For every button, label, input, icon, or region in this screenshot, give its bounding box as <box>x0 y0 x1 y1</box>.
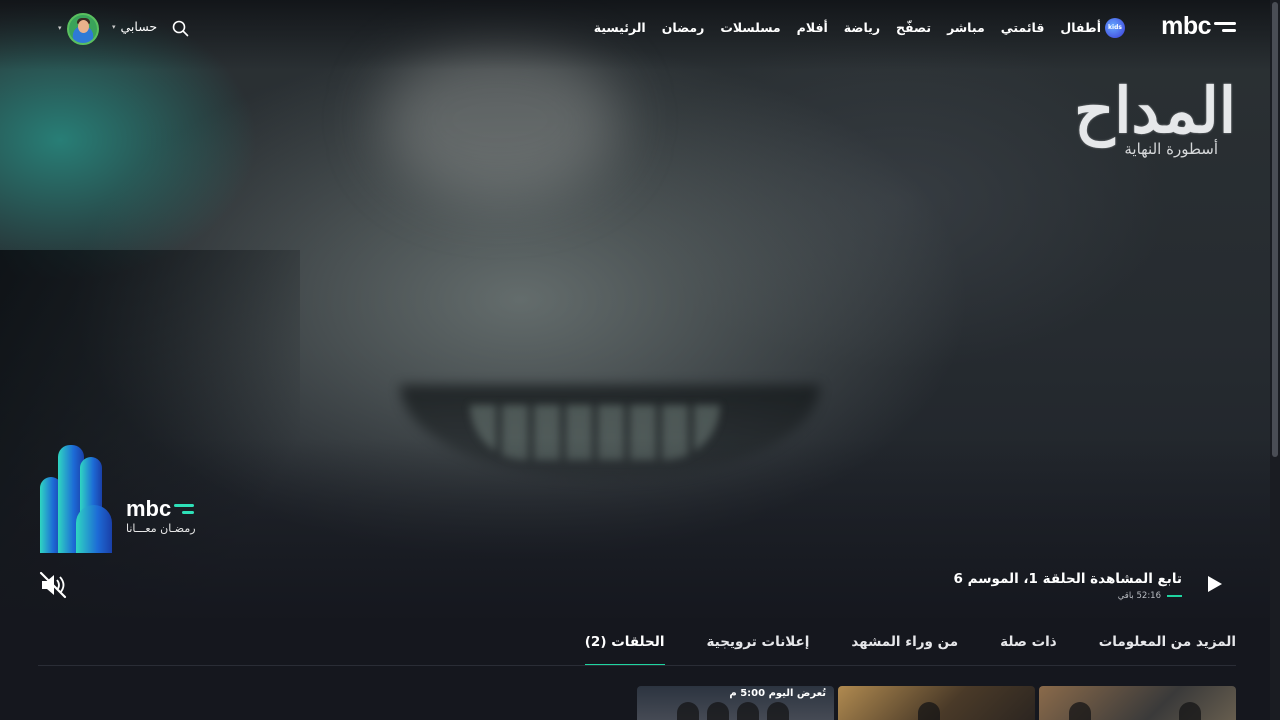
nav-item-sports[interactable]: رياضة <box>844 18 880 38</box>
ramadan-towers-icon <box>36 443 116 553</box>
show-title-logo: المداح أسطورة النهاية <box>1061 74 1237 159</box>
episode-thumbnail[interactable] <box>838 686 1035 720</box>
search-icon[interactable] <box>172 20 189 37</box>
account-label: حسابي <box>120 19 158 34</box>
main-menu: الرئيسية رمضان مسلسلات أفلام رياضة تصفّح… <box>594 18 1125 38</box>
nav-item-series[interactable]: مسلسلات <box>720 18 780 38</box>
chevron-down-icon: ▾ <box>112 22 116 31</box>
nav-item-movies[interactable]: أفلام <box>797 18 828 38</box>
nav-item-home[interactable]: الرئيسية <box>594 18 646 38</box>
tab-more-info[interactable]: المزيد من المعلومات <box>1099 630 1236 666</box>
account-menu[interactable]: ▾ حسابي <box>112 19 157 34</box>
tab-trailers[interactable]: إعلانات ترويجية <box>707 630 810 666</box>
nav-item-my-list[interactable]: قائمتي <box>1001 18 1045 38</box>
show-title: المداح <box>1074 74 1237 147</box>
continue-watching-title: تابع المشاهدة الحلقة 1، الموسم 6 <box>953 571 1182 587</box>
episode-list: تُعرض اليوم 5:00 م <box>637 686 1236 720</box>
nav-item-kids[interactable]: kids أطفال <box>1060 18 1125 38</box>
nav-item-ramadan[interactable]: رمضان <box>662 18 705 38</box>
episode-thumbnail[interactable] <box>1039 686 1236 720</box>
continue-watching[interactable]: تابع المشاهدة الحلقة 1، الموسم 6 52:16 ب… <box>954 570 1182 601</box>
kids-badge-icon: kids <box>1105 18 1125 38</box>
ramadan-brand-logo: mbc <box>126 496 195 521</box>
page-scrollbar[interactable] <box>1270 0 1280 720</box>
nav-item-kids-label: أطفال <box>1060 20 1101 35</box>
continue-watching-meta: 52:16 باقي <box>954 591 1182 601</box>
nav-item-browse[interactable]: تصفّح <box>896 18 931 38</box>
ramadan-brand-text: mbc <box>126 496 172 521</box>
time-remaining: 52:16 باقي <box>1117 591 1161 601</box>
tabs-divider <box>38 665 1236 666</box>
avatar-chevron-down-icon[interactable]: ▾ <box>58 24 62 32</box>
ramadan-tagline: رمضـان معـــانا <box>126 522 196 535</box>
ramadan-badge: mbc رمضـان معـــانا <box>36 443 226 553</box>
logo-text: mbc <box>1161 12 1211 40</box>
tab-episodes[interactable]: الحلقات (2) <box>584 630 665 666</box>
mbc-logo[interactable]: mbc <box>1161 14 1236 39</box>
top-nav: mbc الرئيسية رمضان مسلسلات أفلام رياضة ت… <box>0 0 1270 58</box>
episode-thumbnail[interactable]: تُعرض اليوم 5:00 م <box>637 686 834 720</box>
logo-bars <box>1214 21 1236 32</box>
tab-related[interactable]: ذات صلة <box>1000 630 1057 666</box>
ramadan-brand-bars <box>174 504 195 514</box>
tab-behind-the-scenes[interactable]: من وراء المشهد <box>851 630 958 666</box>
avatar-head <box>78 20 89 33</box>
play-icon[interactable] <box>1204 574 1224 594</box>
nav-item-live[interactable]: مباشر <box>947 18 985 38</box>
progress-bar <box>1167 595 1182 597</box>
content-tabs: الحلقات (2) إعلانات ترويجية من وراء المش… <box>543 630 1236 666</box>
mute-icon[interactable] <box>38 570 68 600</box>
avatar[interactable] <box>67 13 99 45</box>
scrollbar-thumb[interactable] <box>1272 2 1278 457</box>
airing-time-label: تُعرض اليوم 5:00 م <box>729 688 826 699</box>
